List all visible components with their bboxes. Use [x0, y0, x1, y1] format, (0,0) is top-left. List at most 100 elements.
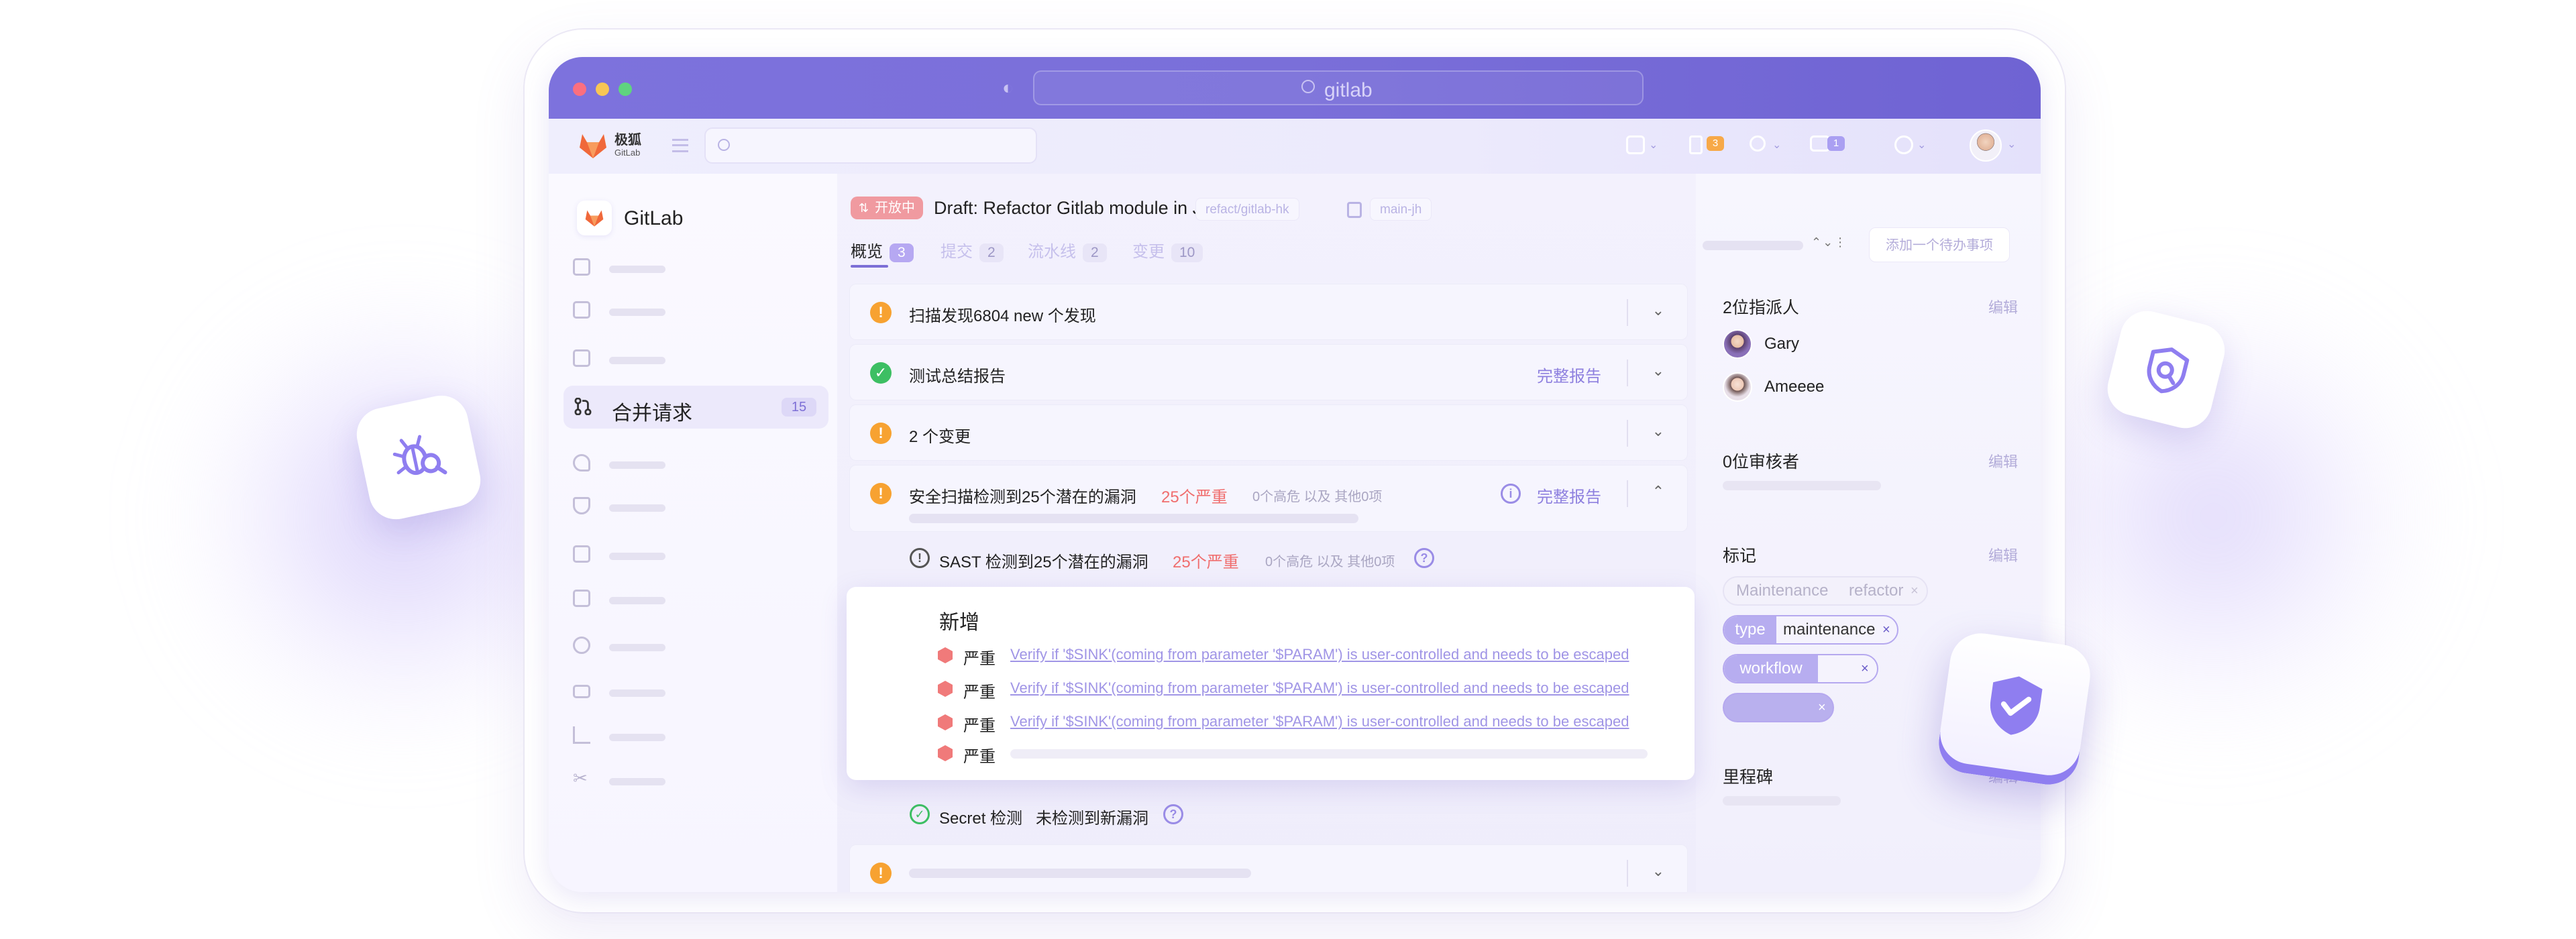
sidebar-item-security[interactable] — [573, 485, 828, 528]
critical-severity-icon — [938, 681, 953, 697]
sidebar-item-project[interactable] — [573, 246, 828, 289]
assignees-section: 2位指派人 编辑 Gary Ameeee — [1723, 294, 2018, 429]
tab-changes[interactable]: 变更 10 — [1132, 238, 1203, 262]
critical-severity-icon — [938, 745, 953, 761]
check-circle-icon: ✓ — [910, 804, 930, 824]
target-branch[interactable]: main-jh — [1370, 198, 1432, 221]
tab-label: 变更 — [1132, 243, 1165, 261]
chevron-down-icon[interactable]: ⌄ — [1652, 423, 1664, 440]
sidebar-item-placeholder — [609, 461, 665, 469]
sidebar-item-cicd[interactable] — [573, 442, 828, 485]
widget-text: 2 个变更 — [909, 428, 971, 446]
edit-labels-button[interactable]: 编辑 — [1988, 544, 2018, 565]
warning-icon: ! — [870, 423, 892, 444]
sidebar-item-issues[interactable] — [573, 337, 828, 380]
merge-request-main: 开放中 Draft: Refactor Gitlab module in JH … — [837, 174, 1696, 892]
maximize-window-button[interactable] — [619, 82, 632, 96]
tab-pipelines[interactable]: 流水线 2 — [1028, 238, 1107, 262]
other-counts: 0个高危 以及 其他0项 — [1265, 555, 1395, 569]
sort-arrows-icon[interactable]: ⌃⌄⋮ — [1811, 235, 1847, 250]
label-chip[interactable]: type maintenance × — [1723, 615, 1898, 645]
sidebar-item-repository[interactable] — [573, 289, 828, 332]
scan-widget[interactable]: ! 扫描发现6804 new 个发现 ⌄ — [849, 284, 1688, 340]
finding-link[interactable]: Verify if '$SINK'(coming from parameter … — [1010, 713, 1648, 730]
search-icon — [1301, 80, 1315, 93]
chevron-down-icon[interactable]: ⌄ — [1652, 863, 1664, 880]
chevron-down-icon[interactable]: ⌄ — [1652, 362, 1664, 380]
app-search-input[interactable] — [704, 127, 1037, 164]
sidebar-item-placeholder — [609, 309, 665, 316]
critical-severity-icon — [938, 647, 953, 663]
add-todo-button[interactable]: 添加一个待办事项 — [1869, 227, 2010, 262]
changes-widget[interactable]: ! 2 个变更 ⌄ — [849, 404, 1688, 461]
chevron-down-icon[interactable]: ⌄ — [2007, 137, 2016, 151]
active-tab-indicator — [851, 265, 888, 268]
sidebar-item-snippets[interactable]: ✂ — [573, 759, 828, 802]
sast-row[interactable]: ! SAST 检测到25个潜在的漏洞 25个严重 0个高危 以及 其他0项 ? — [849, 532, 1688, 586]
sidebar-item-deployments[interactable] — [573, 533, 828, 576]
critical-severity-icon — [938, 714, 953, 730]
chevron-up-icon[interactable]: ⌃ — [1652, 483, 1664, 500]
tab-commits[interactable]: 提交 2 — [941, 238, 1004, 262]
close-icon[interactable]: × — [1861, 655, 1869, 682]
finding-row[interactable]: 严重 Verify if '$SINK'(coming from paramet… — [938, 643, 1676, 668]
placeholder-widget[interactable]: ! ⌄ — [849, 844, 1688, 892]
close-icon[interactable]: × — [1911, 577, 1919, 604]
close-icon[interactable]: × — [1882, 616, 1890, 643]
help-icon[interactable]: ? — [1163, 804, 1183, 824]
help-icon — [1894, 135, 1913, 154]
right-sidebar-top: ⌃⌄⋮ 添加一个待办事项 — [1696, 174, 2041, 272]
close-window-button[interactable] — [573, 82, 586, 96]
tab-count: 2 — [979, 243, 1004, 262]
label-chip[interactable]: × — [1723, 693, 1834, 722]
assignee-item[interactable]: Ameeee — [1723, 372, 1924, 402]
address-bar[interactable]: gitlab — [1033, 70, 1644, 105]
label-chip[interactable]: workflow × — [1723, 654, 1878, 683]
project-title: GitLab — [624, 207, 684, 229]
finding-link[interactable]: Verify if '$SINK'(coming from parameter … — [1010, 679, 1648, 697]
help-icon[interactable]: ? — [1414, 548, 1434, 568]
minimize-window-button[interactable] — [596, 82, 609, 96]
source-branch[interactable]: refact/gitlab-hk — [1195, 198, 1299, 221]
issues-count-badge: 3 — [1707, 136, 1724, 151]
gitlab-fox-icon[interactable] — [577, 131, 609, 160]
security-widget[interactable]: ! 安全扫描检测到25个潜在的漏洞 25个严重 0个高危 以及 其他0项 i 完… — [849, 465, 1688, 532]
sidebar-item-infrastructure[interactable] — [573, 624, 828, 667]
edit-assignees-button[interactable]: 编辑 — [1988, 296, 2018, 317]
chevron-down-icon[interactable]: ⌄ — [1652, 302, 1664, 319]
sidebar-item-analytics[interactable] — [573, 714, 828, 757]
test-widget[interactable]: ✓ 测试总结报告 完整报告 ⌄ — [849, 344, 1688, 400]
plus-icon — [1626, 135, 1645, 154]
finding-link[interactable]: Verify if '$SINK'(coming from parameter … — [1010, 646, 1648, 663]
deploy-icon — [573, 545, 590, 563]
address-bar-text: gitlab — [1324, 79, 1373, 101]
finding-row[interactable]: 严重 — [938, 741, 1676, 766]
bug-tile — [352, 390, 486, 524]
tab-overview[interactable]: 概览 3 — [851, 238, 914, 262]
edit-reviewers-button[interactable]: 编辑 — [1988, 450, 2018, 472]
finding-row[interactable]: 严重 Verify if '$SINK'(coming from paramet… — [938, 677, 1676, 702]
secret-detection-row[interactable]: ✓ Secret 检测 未检测到新漏洞 ? — [849, 788, 1688, 840]
full-report-link[interactable]: 完整报告 — [1537, 484, 1601, 507]
sidebar-item-packages[interactable] — [573, 577, 828, 620]
copy-icon[interactable] — [1347, 202, 1362, 218]
issues-icon — [573, 349, 590, 367]
browser-titlebar: ◐ gitlab — [549, 57, 2041, 119]
file-icon — [573, 301, 590, 319]
label-chip[interactable]: Maintenance refactor × — [1723, 576, 1928, 606]
sidebar-item-merge-requests[interactable]: 合并请求 15 — [564, 386, 828, 429]
assignee-item[interactable]: Gary — [1723, 329, 1924, 359]
select-placeholder[interactable] — [1703, 241, 1803, 250]
reviewers-section: 0位审核者 编辑 — [1723, 449, 2018, 502]
project-avatar[interactable] — [577, 201, 612, 235]
sidebar-item-monitor[interactable] — [573, 670, 828, 713]
sidebar-item-placeholder — [609, 357, 665, 364]
tab-label: 概览 — [851, 243, 883, 261]
hamburger-menu-icon[interactable] — [672, 139, 688, 152]
user-avatar[interactable] — [1970, 129, 2002, 162]
info-icon[interactable]: i — [1501, 484, 1521, 504]
finding-row[interactable]: 严重 Verify if '$SINK'(coming from paramet… — [938, 710, 1676, 735]
close-icon[interactable]: × — [1818, 694, 1826, 721]
full-report-link[interactable]: 完整报告 — [1537, 363, 1601, 386]
empty-placeholder — [1723, 796, 1841, 806]
